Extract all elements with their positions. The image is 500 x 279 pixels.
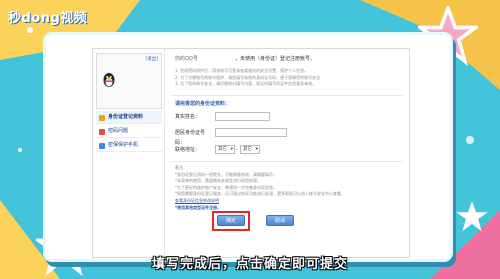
sidebar-item-label: 身份证登记资料 bbox=[108, 114, 144, 120]
name-row: 真实姓名： bbox=[175, 112, 325, 122]
other-id-link[interactable]: *使用其他类型证件注册， bbox=[175, 205, 221, 210]
address-label: 联络地址： bbox=[175, 147, 201, 153]
name-label: 真实姓名： bbox=[175, 114, 201, 120]
notice-line: 3. 为了您的帐号安全，请仔细核对填写内容，保证所填写的证件信息真实有效。 bbox=[175, 81, 317, 86]
province-select[interactable]: 其它 bbox=[215, 145, 235, 154]
notice-list: 1. 完成密码保护后，用该帐号可登录各类服务的安全设置，保护个人信息。 2. 为… bbox=[175, 68, 409, 88]
section-title: 请完善您的身份证资料： bbox=[175, 101, 231, 107]
notes-line: *如您需要身份证登记服务，还可通过申诉功能进行处理，更多帮助可以进入帐号安全中心… bbox=[175, 191, 345, 197]
sidebar: [退出] 身份证登记资料 密码问题 密保保护手机 bbox=[93, 49, 165, 257]
city-select[interactable]: 其它 bbox=[240, 145, 260, 154]
phone-icon bbox=[99, 142, 105, 149]
confirm-button[interactable]: 确定 bbox=[217, 215, 245, 226]
sidebar-item-password-question[interactable]: 密码问题 bbox=[96, 125, 162, 138]
brand-watermark: 秒dong视频 bbox=[8, 11, 88, 26]
sidebar-item-security-phone[interactable]: 密保保护手机 bbox=[96, 139, 162, 152]
notes-title: 备注： bbox=[175, 165, 187, 170]
account-header: 你的QQ号 ，未使用（身份证）登记注册帐号。 bbox=[175, 55, 405, 62]
info-modify-link[interactable]: 查看身份证信息修改说明 bbox=[175, 198, 219, 203]
id-row: 居民身份证号码： bbox=[175, 128, 325, 146]
address-separator: - bbox=[236, 147, 238, 153]
qq-security-page: [退出] 身份证登记资料 密码问题 密保保护手机 你的QQ号 ，未使用（身份证）… bbox=[92, 48, 410, 258]
qq-penguin-icon bbox=[103, 73, 115, 87]
video-frame: 秒dong视频 [退出] 身份证登记资料 密码问题 密保保护手机 你的QQ号 ，… bbox=[0, 0, 500, 279]
account-status-text: ，未使用（身份证）登记注册帐号。 bbox=[235, 56, 316, 62]
question-icon bbox=[99, 128, 105, 135]
subtitle-caption: 填写完成后，点击确定即可提交 bbox=[151, 257, 348, 272]
sidebar-item-label: 密保保护手机 bbox=[108, 142, 139, 148]
id-number-input[interactable] bbox=[215, 128, 287, 137]
notes-line: *本表单的使用，需遵循有关规定进行校验处理。 bbox=[175, 178, 261, 184]
logout-link[interactable]: [退出] bbox=[145, 56, 158, 62]
address-row: 联络地址： 其它 - 其它 bbox=[175, 145, 325, 155]
id-card-icon bbox=[99, 114, 105, 121]
star-icon bbox=[456, 201, 488, 232]
sidebar-item-label: 密码问题 bbox=[108, 128, 129, 134]
account-label: 你的QQ号 bbox=[175, 56, 198, 62]
sidebar-item-id-info[interactable]: 身份证登记资料 bbox=[96, 111, 162, 124]
cancel-button[interactable]: 取消 bbox=[266, 215, 294, 226]
notes: 备注： *身份证登记资料一经提交，不能随意修改，请慎重填写。 *本表单的使用，需… bbox=[175, 165, 403, 211]
account-card: [退出] bbox=[96, 53, 162, 109]
divider bbox=[171, 95, 403, 96]
divider bbox=[171, 161, 403, 162]
real-name-input[interactable] bbox=[215, 112, 270, 121]
